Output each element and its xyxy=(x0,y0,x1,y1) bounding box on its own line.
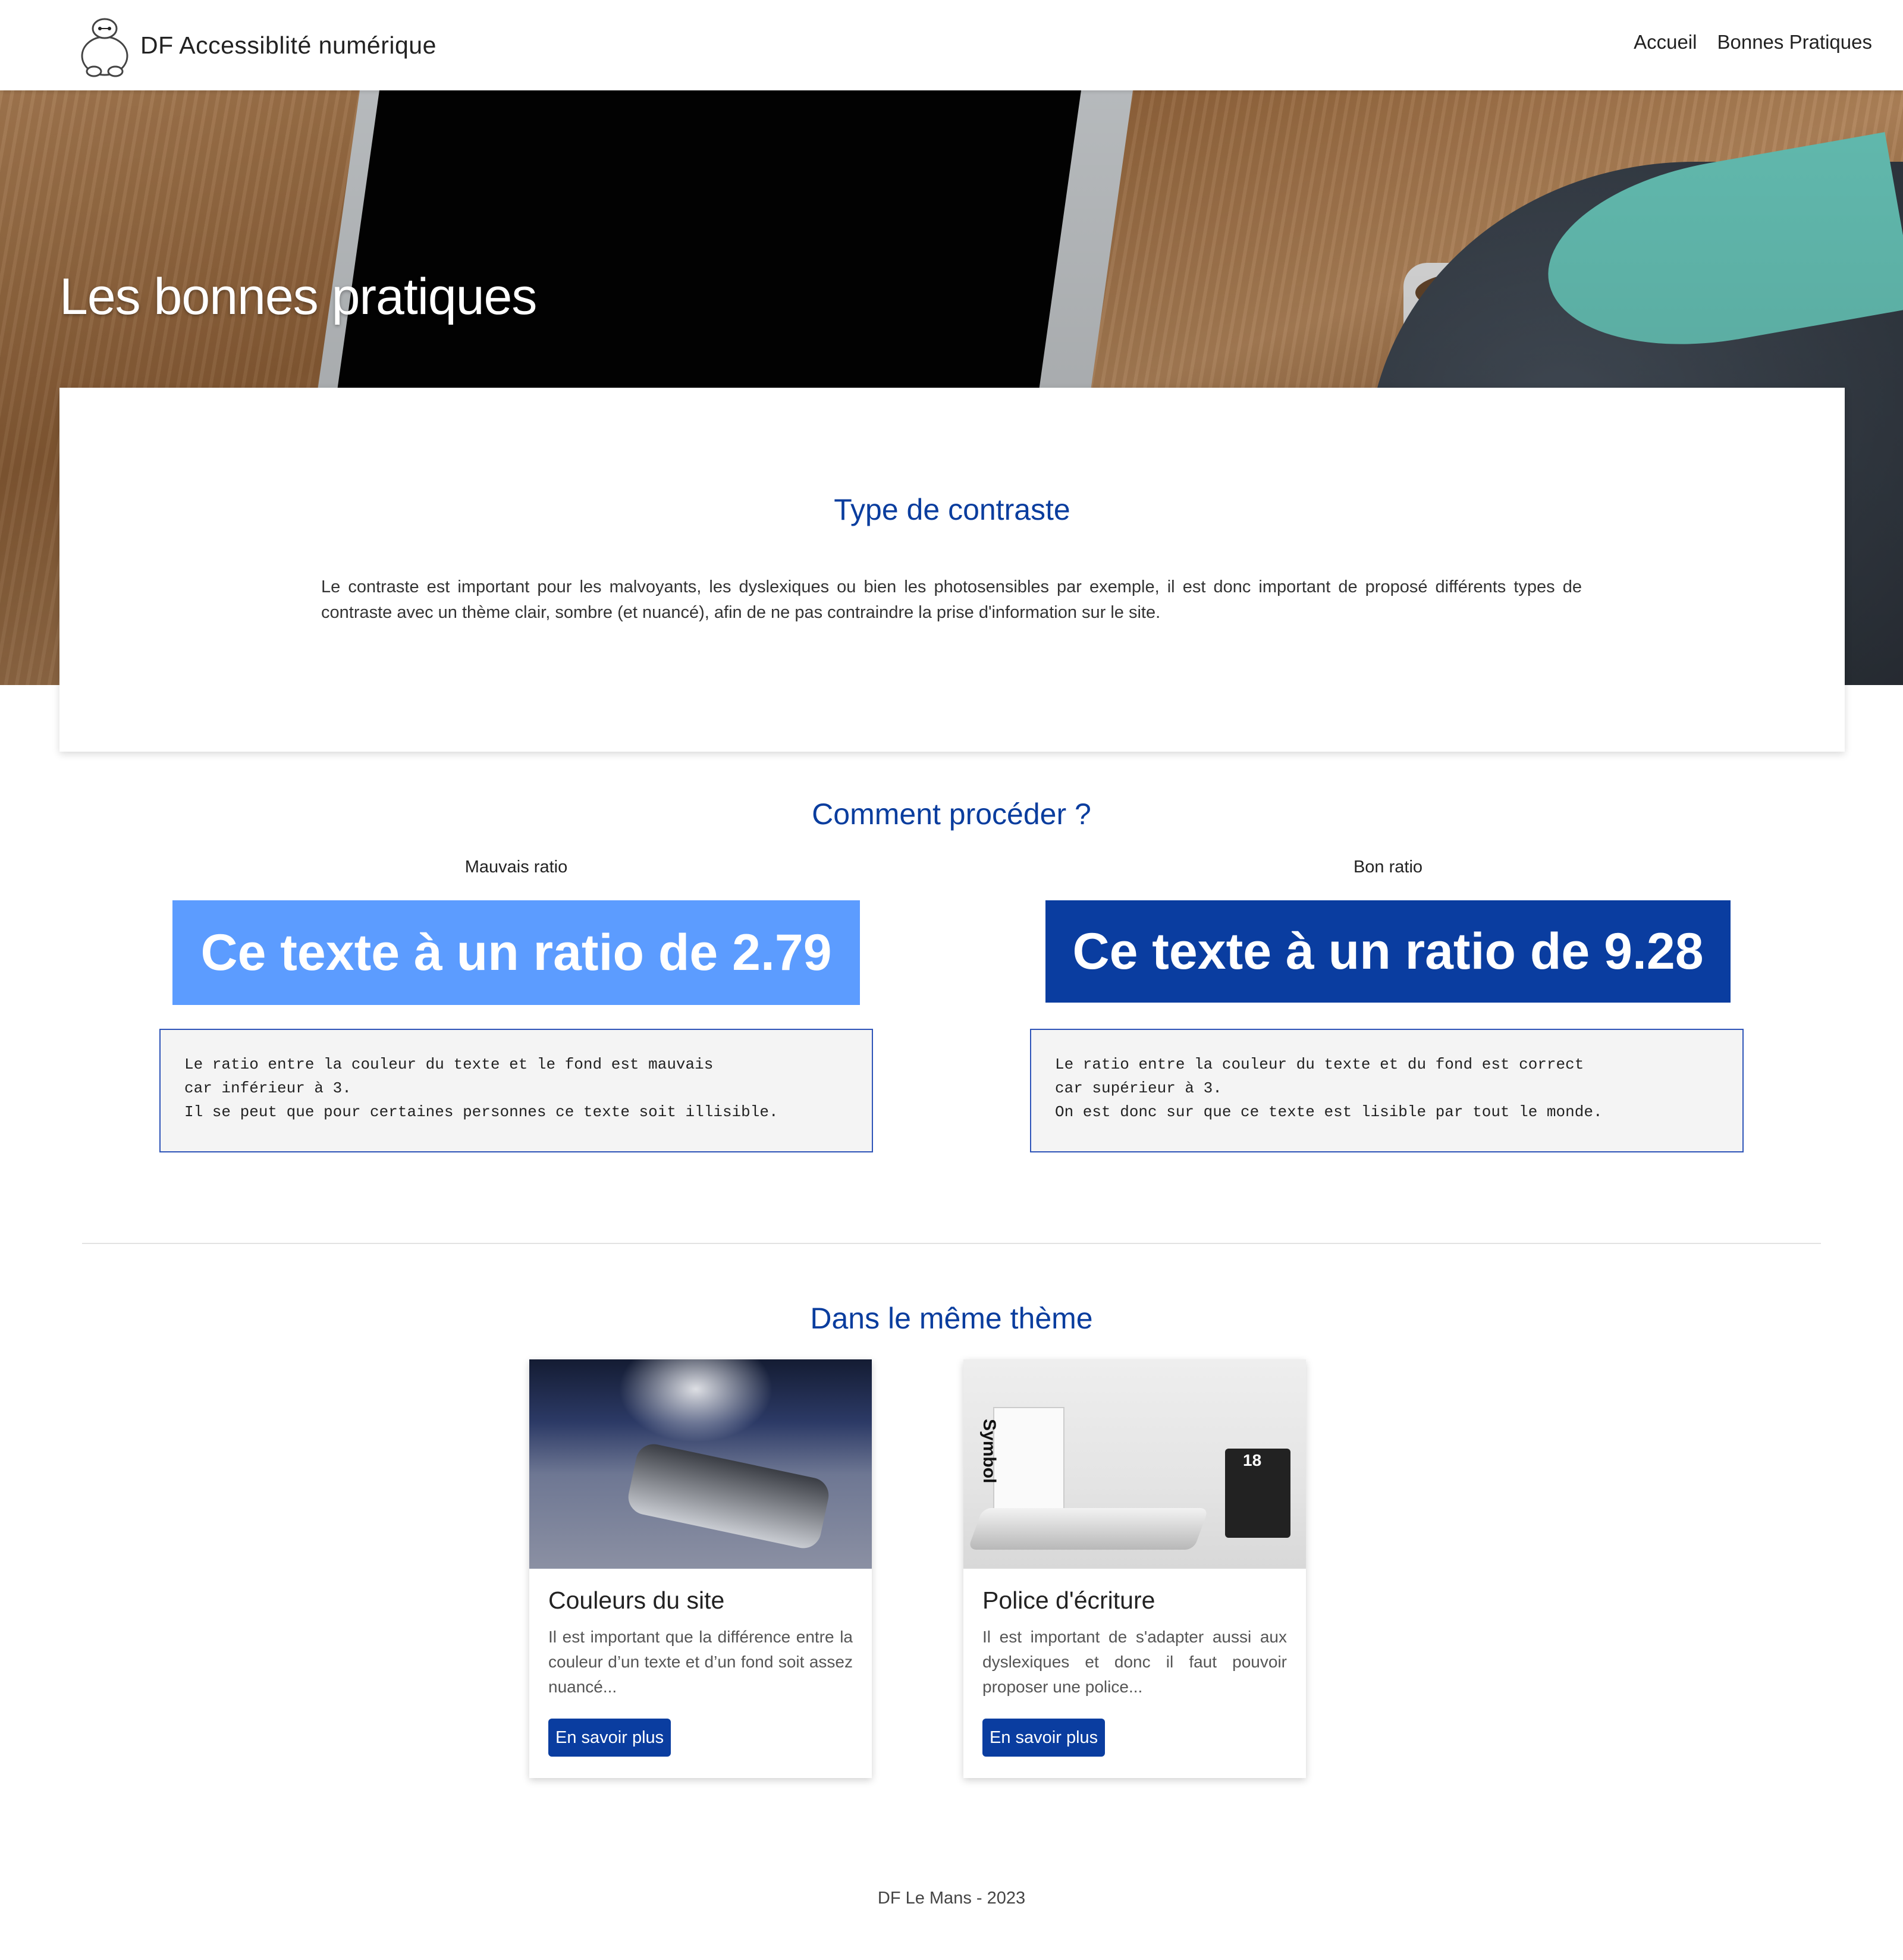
good-ratio-code: Le ratio entre la couleur du texte et du… xyxy=(1030,1029,1744,1152)
light-glow xyxy=(618,1359,773,1443)
book-title: Symbol xyxy=(979,1419,999,1484)
intro-text: Le contraste est important pour les malv… xyxy=(321,577,1582,622)
site-footer: DF Le Mans - 2023 xyxy=(0,1889,1903,1908)
related-card-colors: Couleurs du site Il est important que la… xyxy=(529,1359,872,1778)
footer-text: DF Le Mans - 2023 xyxy=(877,1889,1026,1908)
bad-ratio-sample-text: Ce texte à un ratio de 2.79 xyxy=(200,924,832,981)
page-title: Les bonnes pratiques xyxy=(59,268,537,325)
good-ratio-sample: Ce texte à un ratio de 9.28 xyxy=(1045,900,1731,1003)
bad-ratio-sample: Ce texte à un ratio de 2.79 xyxy=(172,900,860,1005)
brand[interactable]: DF Accessiblité numérique xyxy=(76,13,437,77)
intro-title: Type de contraste xyxy=(834,493,1070,526)
how-title: Comment procéder ? xyxy=(812,797,1091,831)
calendar-number: 18 xyxy=(1243,1451,1262,1469)
card-title: Couleurs du site xyxy=(548,1587,725,1614)
main-nav: Accueil Bonnes Pratiques xyxy=(1634,31,1872,54)
good-ratio-sample-text: Ce texte à un ratio de 9.28 xyxy=(1072,922,1704,980)
related-card-font: Symbol 18 Police d'écriture Il est impor… xyxy=(963,1359,1306,1778)
learn-more-button[interactable]: En savoir plus xyxy=(982,1719,1106,1757)
bad-ratio-code: Le ratio entre la couleur du texte et le… xyxy=(159,1029,873,1152)
phone-shape xyxy=(625,1441,832,1551)
related-title: Dans le même thème xyxy=(810,1302,1093,1335)
good-ratio-label: Bon ratio xyxy=(1353,857,1423,877)
nav-bonnes-pratiques[interactable]: Bonnes Pratiques xyxy=(1717,31,1872,54)
brand-name: DF Accessiblité numérique xyxy=(140,31,437,59)
nav-accueil[interactable]: Accueil xyxy=(1634,31,1697,54)
card-title: Police d'écriture xyxy=(982,1587,1155,1614)
card-text: Il est important que la différence entre… xyxy=(548,1628,853,1696)
desk-laptop-image: Symbol 18 xyxy=(963,1359,1306,1569)
card-text: Il est important de s'adapter aussi aux … xyxy=(982,1628,1287,1696)
site-header: DF Accessiblité numérique Accueil Bonnes… xyxy=(0,0,1903,90)
learn-more-button[interactable]: En savoir plus xyxy=(548,1719,671,1757)
smartphone-image xyxy=(529,1359,872,1569)
macbook-shape xyxy=(968,1508,1209,1550)
bad-ratio-label: Mauvais ratio xyxy=(464,857,568,877)
section-divider xyxy=(82,1243,1821,1244)
robot-logo-icon xyxy=(81,18,128,77)
intro-card: Type de contraste Le contraste est impor… xyxy=(59,388,1845,752)
